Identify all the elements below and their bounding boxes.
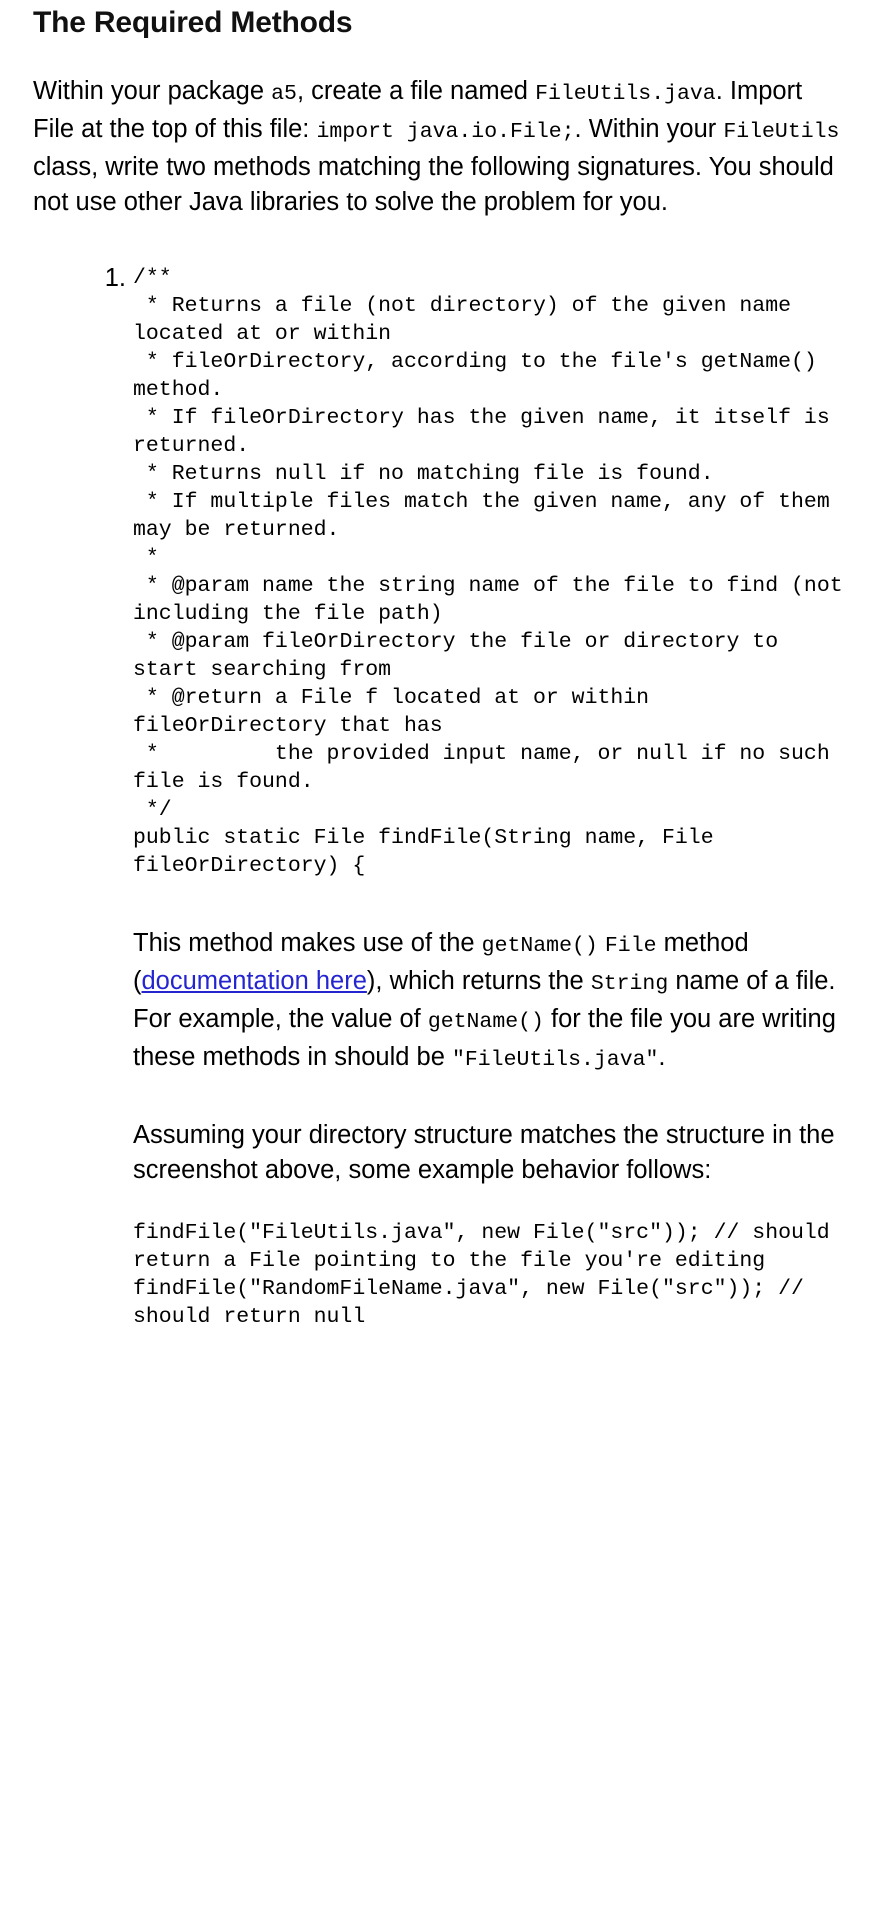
example-behavior-code-block: findFile("FileUtils.java", new File("src… — [133, 1221, 830, 1329]
intro-text-4: . Within your — [574, 115, 724, 143]
intro-paragraph: Within your package a5, create a file na… — [33, 74, 850, 220]
inline-code-getname-1: getName() — [481, 934, 598, 958]
intro-text-1: Within your package — [33, 77, 272, 105]
inline-code-file-type: File — [604, 934, 657, 958]
method-signature-code-block: /** * Returns a file (not directory) of … — [133, 266, 843, 878]
inline-code-classname: FileUtils — [723, 120, 840, 144]
document-page: The Required Methods Within your package… — [0, 0, 883, 1331]
inline-code-filename: FileUtils.java — [535, 82, 716, 106]
code-para-spacer — [133, 880, 850, 926]
example-behavior-paragraph: Assuming your directory structure matche… — [133, 1121, 835, 1184]
inline-code-package: a5 — [271, 82, 297, 106]
required-methods-list: 1. /** * Returns a file (not directory) … — [33, 264, 850, 1331]
para-a-text-4: ), which returns the — [366, 967, 591, 995]
page-title: The Required Methods — [33, 6, 353, 39]
title-spacer — [33, 40, 850, 74]
documentation-here-link[interactable]: documentation here — [142, 967, 367, 995]
list-top-spacer — [33, 220, 850, 264]
inline-code-string-type: String — [590, 972, 669, 996]
intro-text-5: class, write two methods matching the fo… — [33, 153, 834, 216]
list-item: 1. /** * Returns a file (not directory) … — [33, 264, 850, 1331]
para-a-text-7: . — [658, 1043, 666, 1071]
intro-text-2: , create a file named — [296, 77, 536, 105]
para-a-text-1: This method makes use of the — [133, 929, 482, 957]
para-b-code-spacer — [133, 1188, 850, 1219]
inline-code-fileutils-string: "FileUtils.java" — [451, 1048, 659, 1072]
para-a-b-spacer — [133, 1078, 850, 1118]
para-a-text-2 — [598, 929, 605, 957]
inline-code-import: import java.io.File; — [316, 120, 575, 144]
getname-explanation-paragraph: This method makes use of the getName() F… — [133, 926, 850, 1078]
list-item-marker: 1. — [104, 264, 126, 292]
inline-code-getname-2: getName() — [427, 1010, 544, 1034]
